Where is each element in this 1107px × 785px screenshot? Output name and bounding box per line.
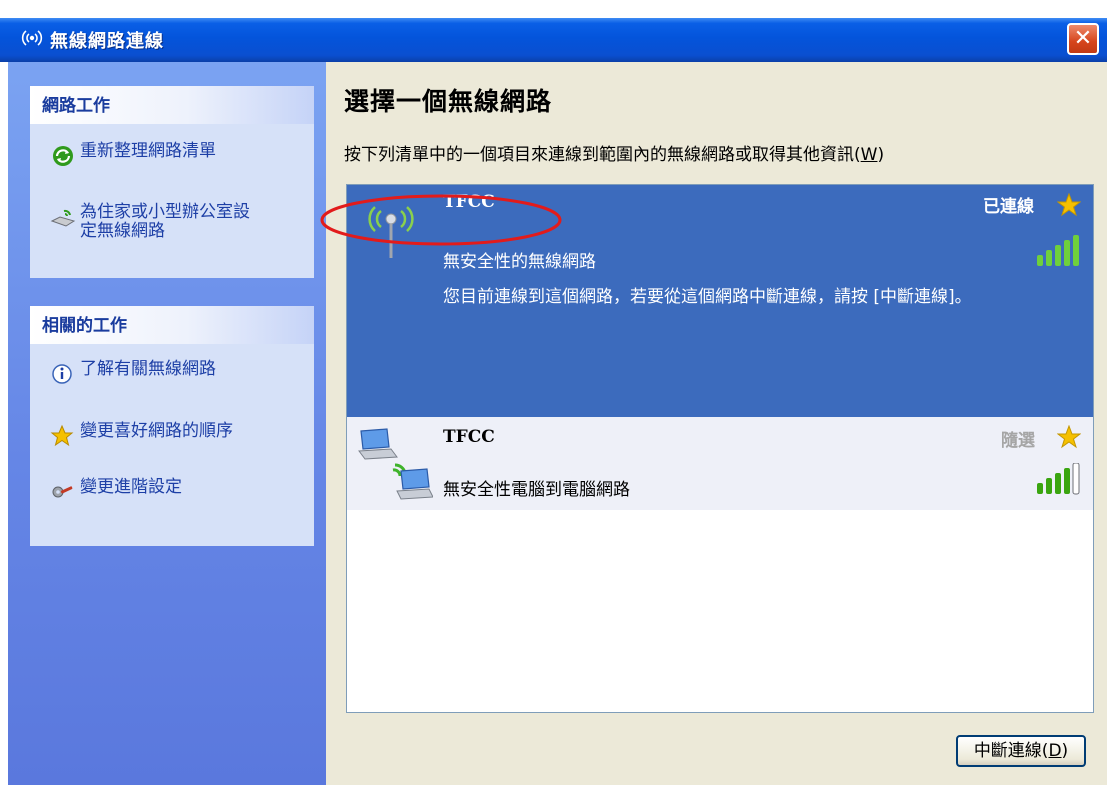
preferred-star-icon bbox=[1057, 193, 1081, 217]
network-tasks-title: 網路工作 bbox=[30, 86, 314, 124]
highlight-ellipse bbox=[320, 194, 562, 246]
network-status: 隨選 bbox=[1001, 431, 1035, 451]
change-advanced-settings-label: 變更進階設定 bbox=[80, 477, 182, 497]
signal-strength-icon bbox=[1037, 463, 1080, 495]
network-connection-message: 您目前連線到這個網路，若要從這個網路中斷連線，請按 [中斷連線]。 bbox=[443, 287, 972, 307]
network-ssid: TFCC bbox=[443, 427, 495, 447]
wireless-network-list[interactable]: TFCC 已連線 無安全性的無線網路 您目前連線到這個網路，若要從這個網路中斷連… bbox=[346, 184, 1094, 713]
preferred-star-icon bbox=[1057, 425, 1081, 449]
computer-to-computer-icon bbox=[358, 428, 433, 500]
network-tasks-panel: 網路工作 重新整理網路清單 為住家或小型辦公室設 定無線網路 bbox=[30, 86, 314, 278]
signal-strength-icon bbox=[1037, 235, 1079, 266]
settings-icon bbox=[52, 486, 73, 498]
page-title: 選擇一個無線網路 bbox=[344, 87, 553, 116]
instruction-text: 按下列清單中的一個項目來連線到範圍內的無線網路或取得其他資訊(W) bbox=[344, 145, 885, 165]
network-security: 無安全性的無線網路 bbox=[443, 252, 596, 272]
refresh-network-list-label: 重新整理網路清單 bbox=[80, 141, 216, 161]
learn-about-wireless-label: 了解有關無線網路 bbox=[80, 359, 216, 379]
setup-home-network-label: 為住家或小型辦公室設 定無線網路 bbox=[80, 202, 250, 241]
network-item-adhoc[interactable]: TFCC 隨選 無安全性電腦到電腦網路 bbox=[347, 417, 1093, 510]
refresh-icon bbox=[53, 146, 73, 166]
network-security: 無安全性電腦到電腦網路 bbox=[443, 480, 630, 500]
network-status: 已連線 bbox=[983, 197, 1034, 217]
close-button[interactable]: ✕ bbox=[1067, 23, 1099, 55]
window-title: 無線網路連線 bbox=[50, 31, 164, 52]
main-area: 選擇一個無線網路 按下列清單中的一個項目來連線到範圍內的無線網路或取得其他資訊(… bbox=[326, 62, 1107, 785]
star-icon bbox=[50, 424, 74, 447]
title-bar[interactable]: 無線網路連線 ✕ bbox=[0, 18, 1107, 62]
change-preferred-order-label: 變更喜好網路的順序 bbox=[80, 421, 233, 441]
related-tasks-title: 相關的工作 bbox=[30, 306, 314, 344]
wireless-icon bbox=[21, 30, 43, 46]
disconnect-button[interactable]: 中斷連線(D) bbox=[956, 735, 1086, 767]
related-tasks-panel: 相關的工作 了解有關無線網路 變更喜好網路的順序 變更進階設定 bbox=[30, 306, 314, 546]
task-pane: 網路工作 重新整理網路清單 為住家或小型辦公室設 定無線網路 相關的工作 了解有… bbox=[8, 62, 326, 785]
info-icon bbox=[52, 364, 72, 384]
wireless-network-connection-window: 無線網路連線 ✕ 網路工作 重新整理網路清單 為住家或小型辦公室設 定無線網路 … bbox=[0, 0, 1107, 785]
home-office-setup-icon bbox=[50, 209, 76, 227]
